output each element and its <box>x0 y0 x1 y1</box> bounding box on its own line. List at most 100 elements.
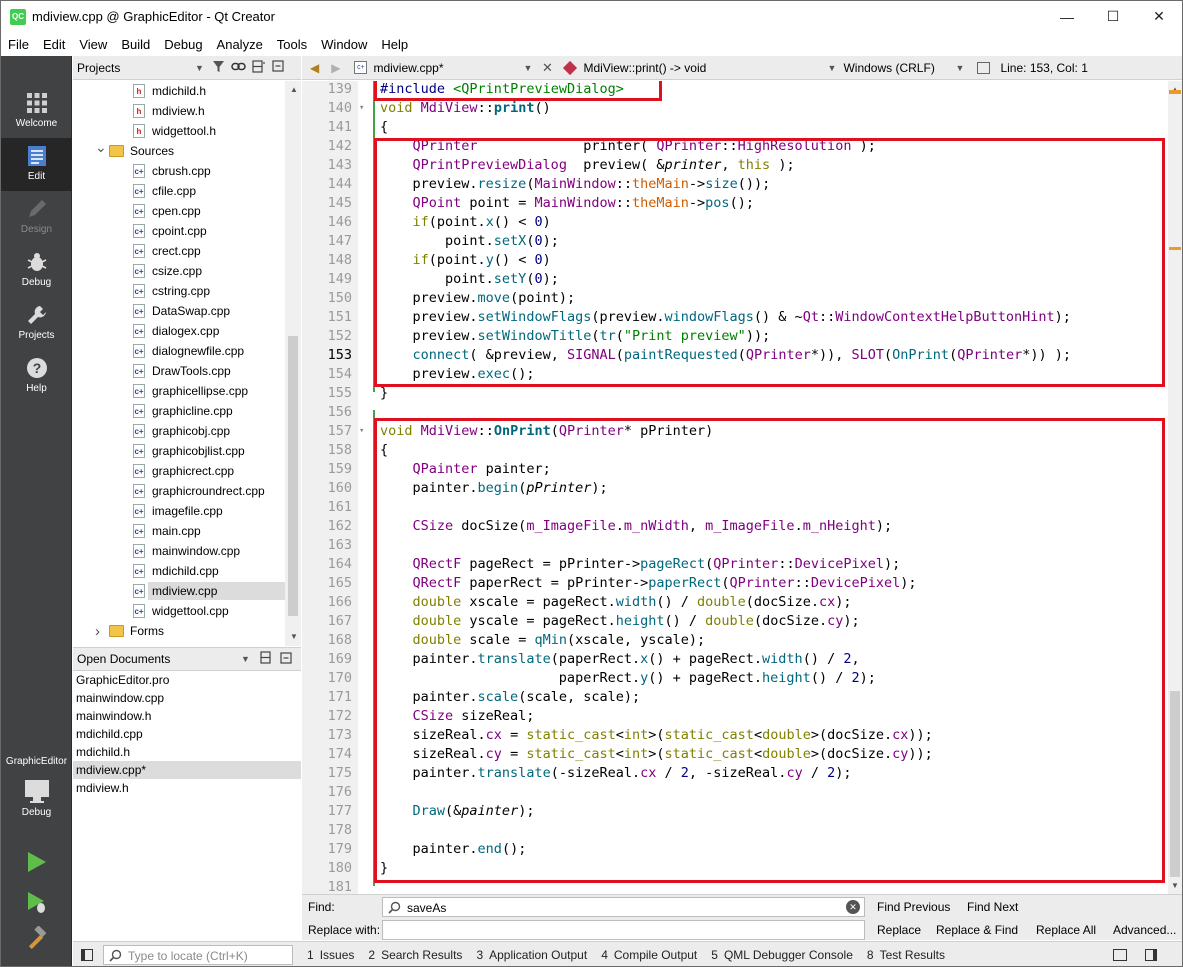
split-icon[interactable] <box>260 651 274 667</box>
tree-file-item[interactable]: c+ DataSwap.cpp <box>133 301 230 321</box>
tree-file-item[interactable]: c+ cfile.cpp <box>133 181 196 201</box>
chevron-down-icon[interactable]: ▼ <box>827 63 843 73</box>
open-document-item[interactable]: mdichild.h <box>73 743 301 761</box>
tree-file-item[interactable]: c+ graphicobj.cpp <box>133 421 230 441</box>
tree-file-item[interactable]: c+ graphicobjlist.cpp <box>133 441 245 461</box>
tree-file-item[interactable]: c+ dialogex.cpp <box>133 321 219 341</box>
tab-search-results[interactable]: 2 Search Results <box>368 948 462 962</box>
chevron-right-icon[interactable]: › <box>95 623 109 640</box>
advanced-button[interactable]: Advanced... <box>1113 923 1176 937</box>
fold-arrow-icon[interactable]: ▾ <box>359 99 369 118</box>
tab-qml-debugger-console[interactable]: 5 QML Debugger Console <box>711 948 853 962</box>
tree-file-item[interactable]: c+ graphicrect.cpp <box>133 461 234 481</box>
tree-file-item[interactable]: c+ cbrush.cpp <box>133 161 211 181</box>
filter-icon[interactable] <box>212 60 225 76</box>
find-next-button[interactable]: Find Next <box>967 900 1018 914</box>
projects-view-selector[interactable]: Projects <box>77 61 195 75</box>
run-icon[interactable] <box>23 849 49 875</box>
replace-find-button[interactable]: Replace & Find <box>936 923 1018 937</box>
tree-file-item[interactable]: h widgettool.h <box>133 121 216 141</box>
tree-file-item[interactable]: c+ crect.cpp <box>133 241 201 261</box>
tree-file-item[interactable]: c+ csize.cpp <box>133 261 202 281</box>
tree-file-item[interactable]: c+ graphicellipse.cpp <box>133 381 248 401</box>
tab-test-results[interactable]: 8 Test Results <box>867 948 945 962</box>
clear-icon[interactable]: ✕ <box>846 900 860 914</box>
menu-view[interactable]: View <box>72 37 114 52</box>
mode-projects[interactable]: Projects <box>1 297 72 350</box>
tab-issues[interactable]: 1 Issues <box>307 948 354 962</box>
cursor-position[interactable]: Line: 153, Col: 1 <box>1000 61 1087 75</box>
debug-run-icon[interactable] <box>23 889 49 915</box>
scrollbar-thumb[interactable] <box>1170 691 1180 877</box>
kit-selector[interactable]: Debug <box>1 774 72 829</box>
menu-file[interactable]: File <box>1 37 36 52</box>
mode-debug[interactable]: Debug <box>1 244 72 297</box>
replace-button[interactable]: Replace <box>877 923 921 937</box>
tree-file-item[interactable]: c+ mainwindow.cpp <box>133 541 240 561</box>
replace-all-button[interactable]: Replace All <box>1036 923 1096 937</box>
mode-design[interactable]: Design <box>1 191 72 244</box>
toggle-sidebar-icon[interactable] <box>81 948 93 961</box>
close-button[interactable]: ✕ <box>1136 1 1182 32</box>
toggle-right-sidebar-icon[interactable] <box>1145 949 1157 961</box>
mode-welcome[interactable]: Welcome <box>1 85 72 138</box>
menu-window[interactable]: Window <box>314 37 374 52</box>
chevron-down-icon[interactable]: ▼ <box>523 63 537 73</box>
menu-tools[interactable]: Tools <box>270 37 314 52</box>
document-selector[interactable]: mdiview.cpp* <box>373 61 523 75</box>
close-document-icon[interactable]: ✕ <box>537 60 557 76</box>
minimize-button[interactable]: — <box>1044 1 1090 32</box>
tree-file-item[interactable]: c+ dialognewfile.cpp <box>133 341 244 361</box>
replace-input[interactable] <box>382 920 865 940</box>
chevron-down-icon[interactable]: ▼ <box>241 654 250 664</box>
tree-file-item[interactable]: c+ DrawTools.cpp <box>133 361 231 381</box>
tree-file-item[interactable]: c+ imagefile.cpp <box>133 501 223 521</box>
open-document-item[interactable]: mainwindow.h <box>73 707 301 725</box>
open-document-item[interactable]: mdiview.h <box>73 779 301 797</box>
menu-analyze[interactable]: Analyze <box>210 37 270 52</box>
find-previous-button[interactable]: Find Previous <box>877 900 950 914</box>
line-ending-selector[interactable]: Windows (CRLF) <box>843 61 955 75</box>
tree-file-item[interactable]: c+ graphicline.cpp <box>133 401 233 421</box>
code-editor[interactable]: 139 140 141 142 143 144 145 146 147 148 149 150 151 1… <box>302 81 1168 894</box>
forward-icon[interactable]: ▶ <box>331 61 340 75</box>
chevron-down-icon[interactable]: ▼ <box>195 63 204 73</box>
menu-build[interactable]: Build <box>114 37 157 52</box>
tab-application-output[interactable]: 3 Application Output <box>476 948 587 962</box>
tree-file-item[interactable]: c+ cpen.cpp <box>133 201 201 221</box>
scrollbar-thumb[interactable] <box>288 336 298 616</box>
tree-file-item[interactable]: c+ widgettool.cpp <box>133 601 229 621</box>
back-icon[interactable]: ◀ <box>310 61 319 75</box>
find-input[interactable]: saveAs ✕ <box>382 897 865 917</box>
mode-help[interactable]: ? Help <box>1 350 72 403</box>
tree-folder-forms[interactable]: › Forms <box>95 621 164 641</box>
project-tree-scrollbar[interactable]: ▲ ▼ <box>285 81 301 646</box>
open-document-item[interactable]: GraphicEditor.pro <box>73 671 301 689</box>
tree-file-item[interactable]: c+ cstring.cpp <box>133 281 210 301</box>
tree-file-item[interactable]: c+ graphicroundrect.cpp <box>133 481 265 501</box>
tree-file-item[interactable]: c+ cpoint.cpp <box>133 221 207 241</box>
menu-help[interactable]: Help <box>374 37 415 52</box>
tab-compile-output[interactable]: 4 Compile Output <box>601 948 697 962</box>
chevron-down-icon[interactable]: ▼ <box>955 63 971 73</box>
tree-file-item[interactable]: c+ main.cpp <box>133 521 201 541</box>
menu-edit[interactable]: Edit <box>36 37 72 52</box>
chevron-down-icon[interactable]: ⌄ <box>95 139 109 156</box>
close-pane-icon[interactable] <box>280 651 292 667</box>
link-icon[interactable] <box>231 60 246 76</box>
build-hammer-icon[interactable] <box>23 926 49 952</box>
split-icon[interactable] <box>252 59 266 76</box>
mode-edit[interactable]: Edit <box>1 138 72 191</box>
tree-file-item[interactable]: c+ mdichild.cpp <box>133 561 219 581</box>
menu-debug[interactable]: Debug <box>157 37 209 52</box>
open-document-item-selected[interactable]: mdiview.cpp* <box>73 761 301 779</box>
open-documents-title[interactable]: Open Documents <box>77 652 241 666</box>
fold-arrow-icon[interactable]: ▾ <box>359 422 369 441</box>
symbol-selector[interactable]: MdiView::print() -> void <box>583 61 827 75</box>
editor-scrollbar[interactable]: ▲ ▼ <box>1168 81 1182 894</box>
tree-file-item[interactable]: h mdichild.h <box>133 81 206 101</box>
close-pane-icon[interactable] <box>272 60 284 75</box>
open-document-item[interactable]: mainwindow.cpp <box>73 689 301 707</box>
open-document-item[interactable]: mdichild.cpp <box>73 725 301 743</box>
split-icon[interactable] <box>977 61 991 74</box>
